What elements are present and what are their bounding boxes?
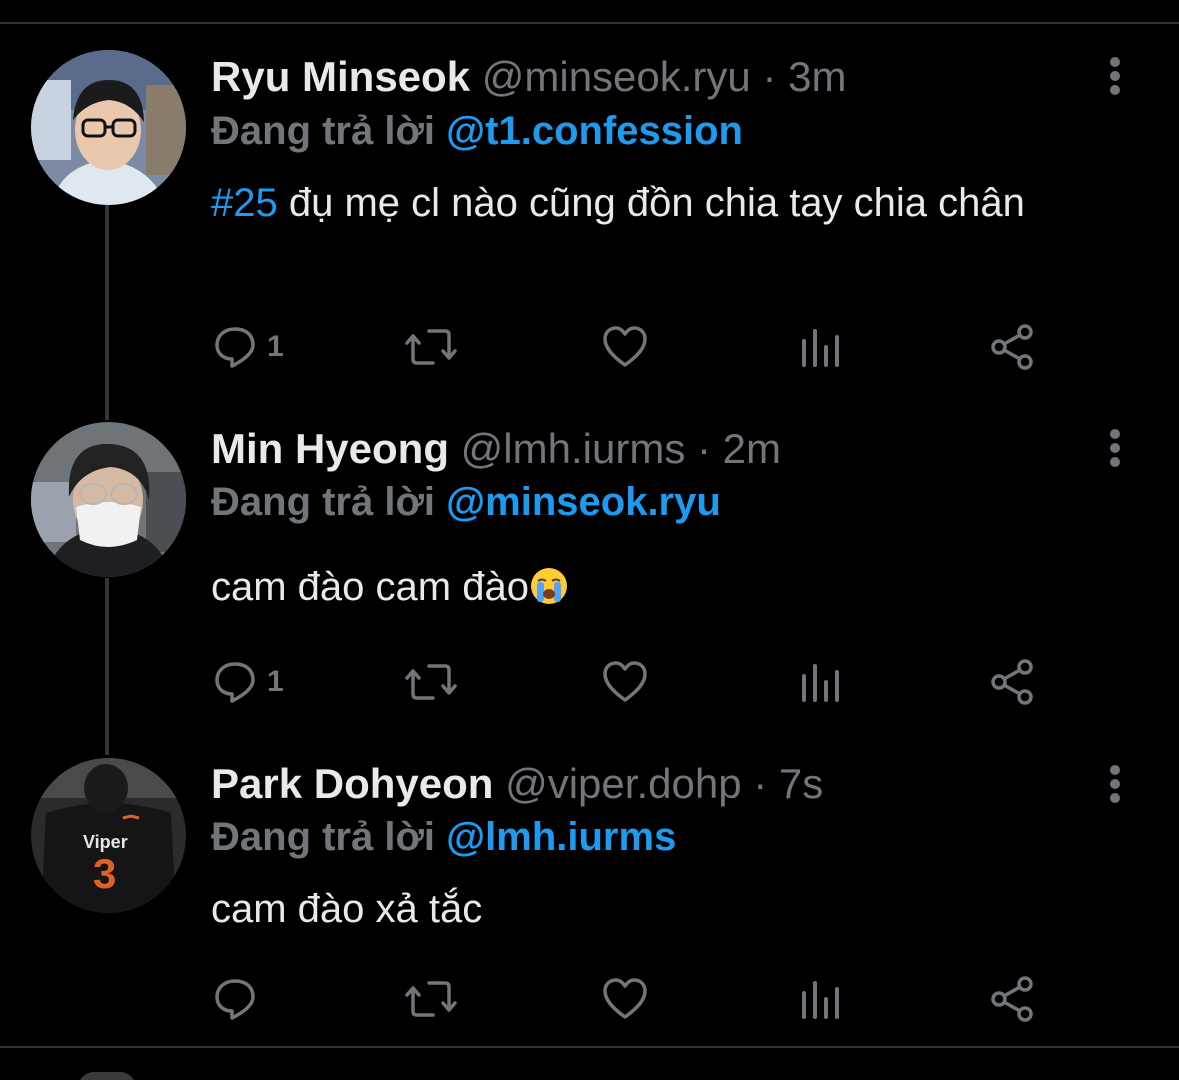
reply-icon [215,662,255,703]
views-icon [802,329,839,367]
replying-prefix: Đang trả lời [211,109,436,153]
tweet-text: cam đào cam đào [211,560,1111,614]
replying-to: Đang trả lời @t1.confession [211,106,743,156]
like-icon [603,978,647,1019]
retweet-button[interactable] [403,974,459,1024]
tweet-header: Min Hyeong @lmh.iurms · 2m [211,424,781,474]
thread-screen: Ryu Minseok @minseok.ryu · 3m Đang trả l… [0,0,1179,1080]
timestamp[interactable]: 2m [723,425,781,472]
avatar[interactable] [31,422,186,577]
share-button[interactable] [988,322,1036,372]
display-name[interactable]: Park Dohyeon [211,760,493,807]
tweet-body: cam đào xả tắc [211,887,483,931]
display-name[interactable]: Min Hyeong [211,425,449,472]
timestamp[interactable]: 7s [779,760,823,807]
thread-connector [105,205,109,420]
like-button[interactable] [601,657,649,707]
avatar[interactable]: Viper 3 [31,758,186,913]
next-avatar-partial [78,1072,136,1080]
reply-count: 1 [267,330,284,363]
user-handle[interactable]: @minseok.ryu [482,53,751,100]
reply-button[interactable]: 1 [211,322,284,372]
retweet-icon [405,981,457,1017]
replying-prefix: Đang trả lời [211,815,436,859]
views-button[interactable] [798,657,846,707]
loudly-crying-face-icon [530,568,567,604]
timestamp[interactable]: 3m [788,53,846,100]
user-handle[interactable]: @lmh.iurms [461,425,686,472]
tweet-header: Ryu Minseok @minseok.ryu · 3m [211,52,846,102]
reply-icon [215,979,255,1020]
share-button[interactable] [988,657,1036,707]
user-handle[interactable]: @viper.dohp [505,760,741,807]
replying-to: Đang trả lời @lmh.iurms [211,812,676,862]
share-icon [991,324,1033,370]
retweet-button[interactable] [403,657,459,707]
views-icon [802,664,839,702]
bottom-divider [0,1046,1179,1048]
mention-link[interactable]: @t1.confession [446,109,743,153]
retweet-button[interactable] [403,322,459,372]
like-button[interactable] [601,974,649,1024]
reply-button[interactable] [211,974,259,1024]
reply-button[interactable]: 1 [211,657,284,707]
separator-dot: · [753,760,768,807]
avatar[interactable] [31,50,186,205]
tweet-header: Park Dohyeon @viper.dohp · 7s [211,759,823,809]
tweet-body: cam đào cam đào [211,565,529,609]
jersey-name: Viper [83,832,128,852]
separator-dot: · [697,425,711,472]
replying-to: Đang trả lời @minseok.ryu [211,477,721,527]
thread-connector [105,578,109,755]
retweet-icon [405,664,457,700]
mention-link[interactable]: @minseok.ryu [446,480,721,524]
jersey-number: 3 [93,850,116,897]
action-bar: 1 [211,322,1061,372]
display-name[interactable]: Ryu Minseok [211,53,470,100]
reply-icon [215,327,255,368]
more-icon[interactable] [1100,56,1130,96]
like-icon [603,661,647,702]
reply-count: 1 [267,665,284,698]
views-icon [802,981,839,1019]
action-bar: 1 [211,657,1061,707]
retweet-icon [405,329,457,365]
tweet-body: đụ mẹ cl nào cũng đồn chia tay chia chân [277,181,1025,225]
top-divider [0,22,1179,24]
like-button[interactable] [601,322,649,372]
like-icon [603,326,647,367]
views-button[interactable] [798,322,846,372]
action-bar [211,974,1061,1024]
share-icon [991,659,1033,705]
mention-link[interactable]: @lmh.iurms [446,815,676,859]
more-icon[interactable] [1100,428,1130,468]
tweet-text: cam đào xả tắc [211,882,1111,936]
share-button[interactable] [988,974,1036,1024]
tweet-text: #25 đụ mẹ cl nào cũng đồn chia tay chia … [211,176,1111,230]
separator-dot: · [762,53,777,100]
more-icon[interactable] [1100,764,1130,804]
replying-prefix: Đang trả lời [211,480,436,524]
hashtag-link[interactable]: #25 [211,181,278,225]
share-icon [991,976,1033,1022]
views-button[interactable] [798,974,846,1024]
